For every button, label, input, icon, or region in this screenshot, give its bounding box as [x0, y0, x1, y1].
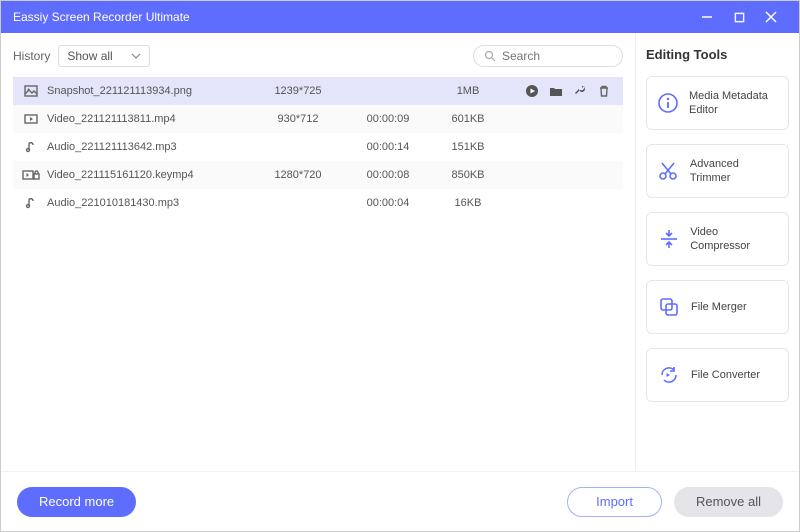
- audio-icon: [19, 196, 43, 210]
- wrench-icon[interactable]: [573, 84, 587, 98]
- editing-tools-panel: Editing Tools Media Metadata Editor Advan…: [635, 33, 799, 471]
- file-duration: 00:00:04: [343, 197, 433, 209]
- close-button[interactable]: [755, 1, 787, 33]
- file-row[interactable]: Audio_221010181430.mp3 00:00:0416KB: [13, 189, 623, 217]
- dropdown-value: Show all: [67, 49, 112, 63]
- tool-merge[interactable]: File Merger: [646, 280, 789, 334]
- file-list: Snapshot_221121113934.png1239*725 1MB Vide…: [13, 77, 623, 471]
- file-actions: [503, 84, 617, 98]
- trash-icon[interactable]: [597, 84, 611, 98]
- file-dimensions: 1239*725: [253, 85, 343, 97]
- file-name: Video_221115161120.keymp4: [43, 169, 253, 181]
- main-panel: History Show all Snapshot_221121113934.p…: [1, 33, 635, 471]
- file-name: Video_221121113811.mp4: [43, 113, 253, 125]
- tool-label: File Merger: [691, 300, 747, 314]
- history-filter-dropdown[interactable]: Show all: [58, 45, 150, 67]
- play-icon[interactable]: [525, 84, 539, 98]
- info-icon: [657, 91, 679, 115]
- maximize-button[interactable]: [723, 1, 755, 33]
- tool-label: Advanced Trimmer: [690, 157, 778, 186]
- file-name: Audio_221121113642.mp3: [43, 141, 253, 153]
- history-label: History: [13, 49, 50, 63]
- image-icon: [19, 84, 43, 98]
- tool-trim[interactable]: Advanced Trimmer: [646, 144, 789, 198]
- file-row[interactable]: Video_221121113811.mp4930*71200:00:09601…: [13, 105, 623, 133]
- compress-icon: [657, 227, 680, 251]
- file-row[interactable]: Video_221115161120.keymp41280*72000:00:0…: [13, 161, 623, 189]
- app-title: Eassiy Screen Recorder Ultimate: [13, 10, 691, 24]
- import-button[interactable]: Import: [567, 487, 662, 517]
- remove-all-button[interactable]: Remove all: [674, 487, 783, 517]
- file-size: 16KB: [433, 197, 503, 209]
- tool-label: Video Compressor: [690, 225, 778, 254]
- toolbar: History Show all: [13, 45, 623, 67]
- merge-icon: [657, 295, 681, 319]
- file-size: 151KB: [433, 141, 503, 153]
- file-duration: 00:00:09: [343, 113, 433, 125]
- file-row[interactable]: Snapshot_221121113934.png1239*725 1MB: [13, 77, 623, 105]
- audio-icon: [19, 140, 43, 154]
- tool-compress[interactable]: Video Compressor: [646, 212, 789, 266]
- record-more-button[interactable]: Record more: [17, 487, 136, 517]
- locked-video-icon: [19, 168, 43, 182]
- search-box[interactable]: [473, 45, 623, 67]
- file-size: 601KB: [433, 113, 503, 125]
- file-name: Snapshot_221121113934.png: [43, 85, 253, 97]
- file-size: 850KB: [433, 169, 503, 181]
- sidepanel-title: Editing Tools: [646, 47, 789, 62]
- file-row[interactable]: Audio_221121113642.mp3 00:00:14151KB: [13, 133, 623, 161]
- tool-info[interactable]: Media Metadata Editor: [646, 76, 789, 130]
- search-icon: [484, 50, 496, 62]
- chevron-down-icon: [131, 53, 141, 59]
- file-dimensions: 930*712: [253, 113, 343, 125]
- search-input[interactable]: [502, 49, 612, 63]
- folder-icon[interactable]: [549, 84, 563, 98]
- tool-convert[interactable]: File Converter: [646, 348, 789, 402]
- tool-label: File Converter: [691, 368, 760, 382]
- file-duration: 00:00:14: [343, 141, 433, 153]
- maximize-icon: [734, 12, 745, 23]
- file-size: 1MB: [433, 85, 503, 97]
- file-duration: 00:00:08: [343, 169, 433, 181]
- minimize-button[interactable]: [691, 1, 723, 33]
- file-name: Audio_221010181430.mp3: [43, 197, 253, 209]
- convert-icon: [657, 363, 681, 387]
- footer: Record more Import Remove all: [1, 471, 799, 531]
- tool-label: Media Metadata Editor: [689, 89, 778, 118]
- titlebar: Eassiy Screen Recorder Ultimate: [1, 1, 799, 33]
- video-icon: [19, 112, 43, 126]
- minimize-icon: [701, 11, 713, 23]
- file-dimensions: 1280*720: [253, 169, 343, 181]
- close-icon: [765, 11, 777, 23]
- trim-icon: [657, 159, 680, 183]
